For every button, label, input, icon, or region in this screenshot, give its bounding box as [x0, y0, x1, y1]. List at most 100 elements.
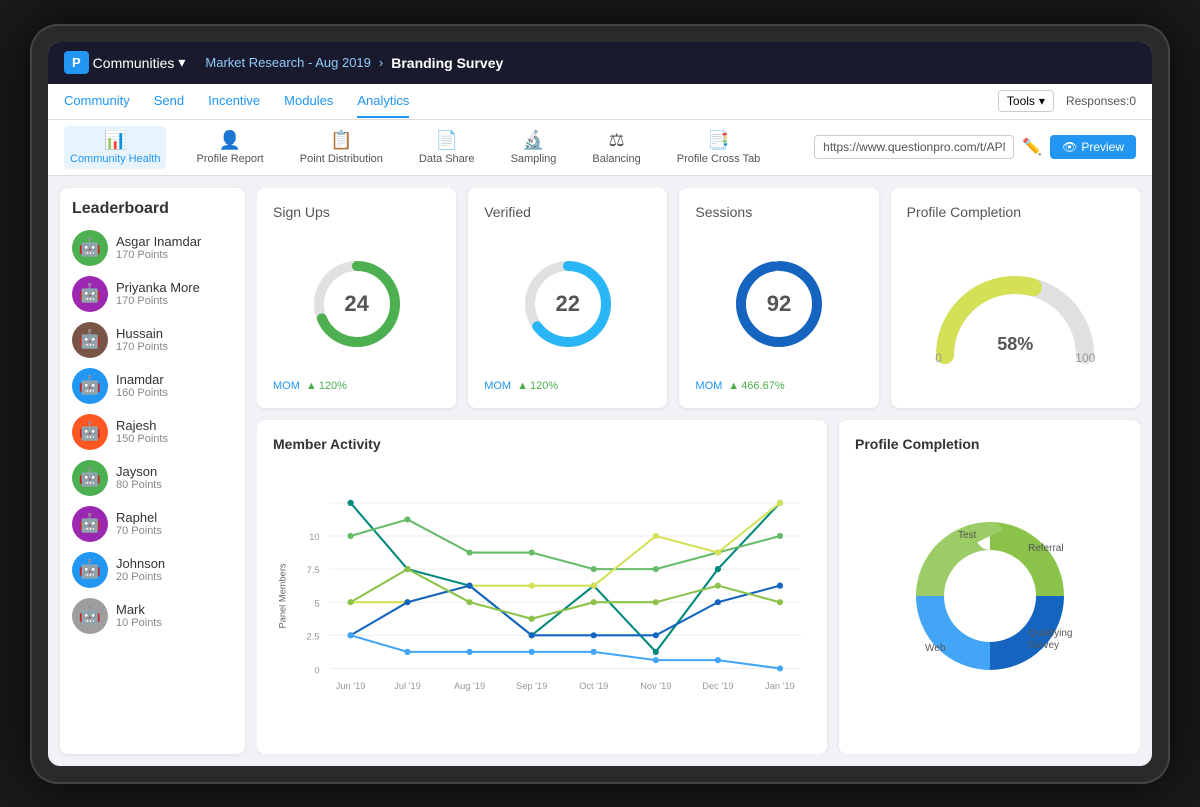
bar-chart-icon: 📊 — [104, 130, 126, 151]
nav-send[interactable]: Send — [154, 85, 184, 118]
preview-button[interactable]: 👁 Preview — [1050, 135, 1136, 159]
communities-label[interactable]: Communities ▾ — [93, 54, 186, 71]
breadcrumb-separator: › — [379, 55, 383, 70]
toolbar: 📊 Community Health 👤 Profile Report 📋 Po… — [48, 120, 1152, 176]
line-chart: 0 2.5 5 7.5 10 Panel Members Jun '19 Jul… — [273, 460, 811, 732]
balance-icon: ⚖ — [609, 130, 625, 151]
profile-completion-title: Profile Completion — [907, 204, 1124, 220]
svg-text:Aug '19: Aug '19 — [454, 681, 485, 691]
svg-text:Qualifying: Qualifying — [1028, 628, 1072, 639]
member-activity-title: Member Activity — [273, 436, 811, 452]
breadcrumb: Market Research - Aug 2019 › Branding Su… — [205, 55, 503, 71]
growth-value: ▲ 120% — [306, 380, 347, 392]
toolbar-profile-report[interactable]: 👤 Profile Report — [190, 126, 269, 169]
gauge-min: 0 — [935, 351, 942, 365]
member-name: Johnson — [116, 556, 165, 571]
list-item: 🤖 Inamdar 160 Points — [72, 368, 233, 404]
arrow-up-icon: ▲ — [728, 380, 739, 392]
sessions-title: Sessions — [695, 204, 862, 220]
list-item: 🤖 Johnson 20 Points — [72, 552, 233, 588]
avatar: 🤖 — [72, 414, 108, 450]
responses-badge: Responses:0 — [1066, 94, 1136, 108]
member-points: 10 Points — [116, 617, 162, 629]
member-name: Asgar Inamdar — [116, 234, 201, 249]
donut-chart-area: Test Referral Qualifying Survey Web — [855, 460, 1124, 732]
growth-value: ▲ 466.67% — [728, 380, 784, 392]
toolbar-right: ✏️ 👁 Preview — [814, 135, 1136, 159]
sign-ups-value: 24 — [344, 291, 368, 317]
sessions-card: Sessions 92 MOM — [679, 188, 878, 408]
sign-ups-donut: 24 — [307, 254, 407, 354]
svg-text:Jul '19: Jul '19 — [394, 681, 421, 691]
list-item: 🤖 Rajesh 150 Points — [72, 414, 233, 450]
avatar: 🤖 — [72, 460, 108, 496]
toolbar-balancing[interactable]: ⚖ Balancing — [586, 126, 646, 169]
svg-text:Jan '19: Jan '19 — [765, 681, 795, 691]
svg-text:Nov '19: Nov '19 — [640, 681, 671, 691]
verified-title: Verified — [484, 204, 651, 220]
list-item: 🤖 Priyanka More 170 Points — [72, 276, 233, 312]
nav-incentive[interactable]: Incentive — [208, 85, 260, 118]
nav-modules[interactable]: Modules — [284, 85, 333, 118]
svg-text:Survey: Survey — [1028, 640, 1059, 651]
member-name: Rajesh — [116, 418, 168, 433]
sign-ups-card: Sign Ups 24 MOM — [257, 188, 456, 408]
toolbar-point-distribution[interactable]: 📋 Point Distribution — [294, 126, 389, 169]
list-icon: 📋 — [330, 130, 352, 151]
top-nav: P Communities ▾ Market Research - Aug 20… — [48, 42, 1152, 84]
top-stats-row: Sign Ups 24 MOM — [257, 188, 1140, 408]
verified-card: Verified 22 MOM — [468, 188, 667, 408]
member-name: Hussain — [116, 326, 168, 341]
bottom-section: Member Activity 0 — [257, 420, 1140, 754]
svg-text:Web: Web — [925, 643, 946, 654]
sampling-icon: 🔬 — [522, 130, 544, 151]
nav-right: Tools ▾ Responses:0 — [998, 90, 1136, 112]
secondary-nav: Community Send Incentive Modules Analyti… — [48, 84, 1152, 120]
list-item: 🤖 Raphel 70 Points — [72, 506, 233, 542]
chevron-down-icon: ▾ — [1039, 94, 1045, 108]
verified-value: 22 — [556, 291, 580, 317]
sign-ups-footer: MOM ▲ 120% — [273, 380, 440, 392]
member-points: 70 Points — [116, 525, 162, 537]
nav-community[interactable]: Community — [64, 85, 130, 118]
leaderboard-title: Leaderboard — [72, 200, 233, 218]
sessions-chart: 92 — [695, 228, 862, 380]
device-frame: P Communities ▾ Market Research - Aug 20… — [30, 24, 1170, 784]
verified-donut: 22 — [518, 254, 618, 354]
svg-text:Referral: Referral — [1028, 543, 1064, 554]
toolbar-data-share[interactable]: 📄 Data Share — [413, 126, 481, 169]
eye-icon: 👁 — [1062, 140, 1077, 154]
sessions-value: 92 — [767, 291, 791, 317]
svg-text:10: 10 — [309, 532, 319, 542]
member-name: Raphel — [116, 510, 162, 525]
mom-label: MOM — [695, 380, 722, 392]
breadcrumb-current: Branding Survey — [391, 55, 503, 71]
svg-text:0: 0 — [314, 665, 319, 675]
svg-text:Sep '19: Sep '19 — [516, 681, 547, 691]
svg-text:2.5: 2.5 — [307, 631, 320, 641]
member-points: 80 Points — [116, 479, 162, 491]
list-item: 🤖 Jayson 80 Points — [72, 460, 233, 496]
profile-completion-card: Profile Completion 58% 0 — [891, 188, 1140, 408]
sessions-donut: 92 — [729, 254, 829, 354]
member-points: 150 Points — [116, 433, 168, 445]
url-input[interactable] — [814, 135, 1014, 159]
tools-button[interactable]: Tools ▾ — [998, 90, 1054, 112]
toolbar-community-health[interactable]: 📊 Community Health — [64, 126, 166, 169]
gauge-chart: 58% 0 100 — [907, 228, 1124, 392]
profile-completion-donut-card: Profile Completion — [839, 420, 1140, 754]
breadcrumb-link[interactable]: Market Research - Aug 2019 — [205, 55, 370, 70]
logo-button[interactable]: P — [64, 51, 89, 74]
avatar: 🤖 — [72, 322, 108, 358]
nav-analytics[interactable]: Analytics — [357, 85, 409, 118]
sign-ups-title: Sign Ups — [273, 204, 440, 220]
svg-text:5: 5 — [314, 598, 319, 608]
list-item: 🤖 Hussain 170 Points — [72, 322, 233, 358]
svg-text:Dec '19: Dec '19 — [702, 681, 733, 691]
toolbar-profile-cross-tab[interactable]: 📑 Profile Cross Tab — [671, 126, 767, 169]
member-points: 170 Points — [116, 249, 201, 261]
toolbar-sampling[interactable]: 🔬 Sampling — [505, 126, 563, 169]
edit-icon[interactable]: ✏️ — [1022, 137, 1042, 157]
leaderboard-sidebar: Leaderboard 🤖 Asgar Inamdar 170 Points 🤖… — [60, 188, 245, 754]
member-points: 170 Points — [116, 295, 200, 307]
